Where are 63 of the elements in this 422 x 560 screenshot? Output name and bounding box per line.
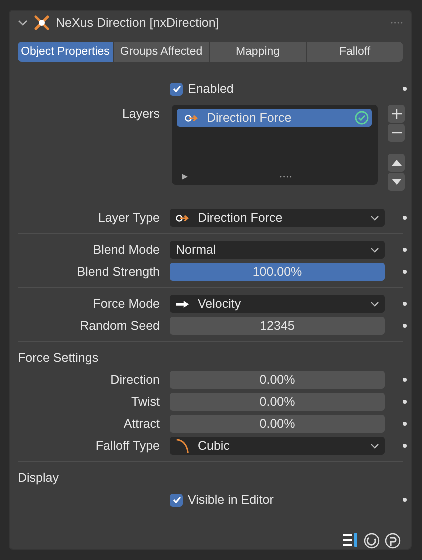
keyframe-dot[interactable]: [403, 270, 407, 274]
chevron-icon[interactable]: [18, 18, 28, 28]
help-icon[interactable]: [385, 533, 401, 549]
section-heading: Force Settings: [18, 350, 100, 367]
dropdown[interactable]: Direction Force: [170, 209, 385, 227]
slider-field[interactable]: 0.00%: [170, 371, 385, 389]
move-down-button[interactable]: [388, 173, 405, 191]
list-icon[interactable]: [343, 533, 359, 547]
check-circle-icon[interactable]: [355, 111, 369, 125]
section-heading: Display: [18, 470, 60, 487]
force-icon: [185, 114, 199, 122]
remove-button[interactable]: [388, 124, 405, 142]
caret-icon: [371, 444, 379, 448]
arrow-icon: [176, 300, 190, 308]
field-label: Layers: [121, 106, 160, 121]
field-label: Random Seed: [79, 319, 160, 333]
drag-handle-icon[interactable]: [391, 21, 403, 25]
panel-title: NeXus Direction [nxDirection]: [56, 16, 220, 30]
keyframe-dot[interactable]: [403, 444, 407, 448]
field-label: Force Mode: [92, 297, 160, 311]
dropdown[interactable]: Velocity: [170, 295, 385, 313]
field-label: Falloff Type: [94, 439, 160, 453]
dropdown[interactable]: Cubic: [170, 437, 385, 455]
keyframe-dot[interactable]: [403, 324, 407, 328]
add-button[interactable]: [388, 105, 405, 123]
keyframe-dot[interactable]: [403, 87, 407, 91]
tab[interactable]: Object Properties: [18, 42, 114, 62]
keyframe-dot[interactable]: [403, 498, 407, 502]
curve-icon: [176, 438, 190, 454]
keyframe-dot[interactable]: [403, 422, 407, 426]
keyframe-dot[interactable]: [403, 400, 407, 404]
layer-item[interactable]: Direction Force: [177, 109, 372, 127]
up-triangle-icon: [392, 159, 402, 167]
checkbox-label: Visible in Editor: [188, 493, 274, 507]
force-icon: [176, 214, 190, 222]
checkbox[interactable]: [170, 494, 183, 506]
slider-field[interactable]: 0.00%: [170, 393, 385, 411]
field-label: Direction: [110, 373, 160, 387]
checkbox[interactable]: [170, 82, 183, 96]
dropdown[interactable]: Normal: [170, 241, 385, 259]
x-burst-icon: [34, 15, 50, 31]
field-label: Twist: [130, 395, 160, 409]
field-label: Layer Type: [97, 211, 160, 225]
refresh-icon[interactable]: [364, 533, 380, 549]
keyframe-dot[interactable]: [403, 378, 407, 382]
keyframe-dot[interactable]: [403, 216, 407, 220]
field-label: Blend Strength: [76, 265, 160, 279]
caret-icon: [371, 216, 379, 220]
down-triangle-icon: [392, 178, 402, 186]
caret-icon: [371, 302, 379, 306]
checkbox-label: Enabled: [188, 82, 234, 96]
slider-field[interactable]: 0.00%: [170, 415, 385, 433]
slider-field[interactable]: 100.00%: [170, 263, 385, 281]
field-label: Attract: [122, 417, 160, 431]
plus-icon: [392, 109, 402, 119]
resize-grip-icon[interactable]: [280, 175, 292, 179]
move-up-button[interactable]: [388, 154, 405, 172]
caret-icon: [371, 248, 379, 252]
field-label: Blend Mode: [92, 243, 160, 257]
keyframe-dot[interactable]: [403, 302, 407, 306]
keyframe-dot[interactable]: [403, 248, 407, 252]
expand-triangle-icon[interactable]: [182, 174, 188, 180]
number-field[interactable]: 12345: [170, 317, 385, 335]
